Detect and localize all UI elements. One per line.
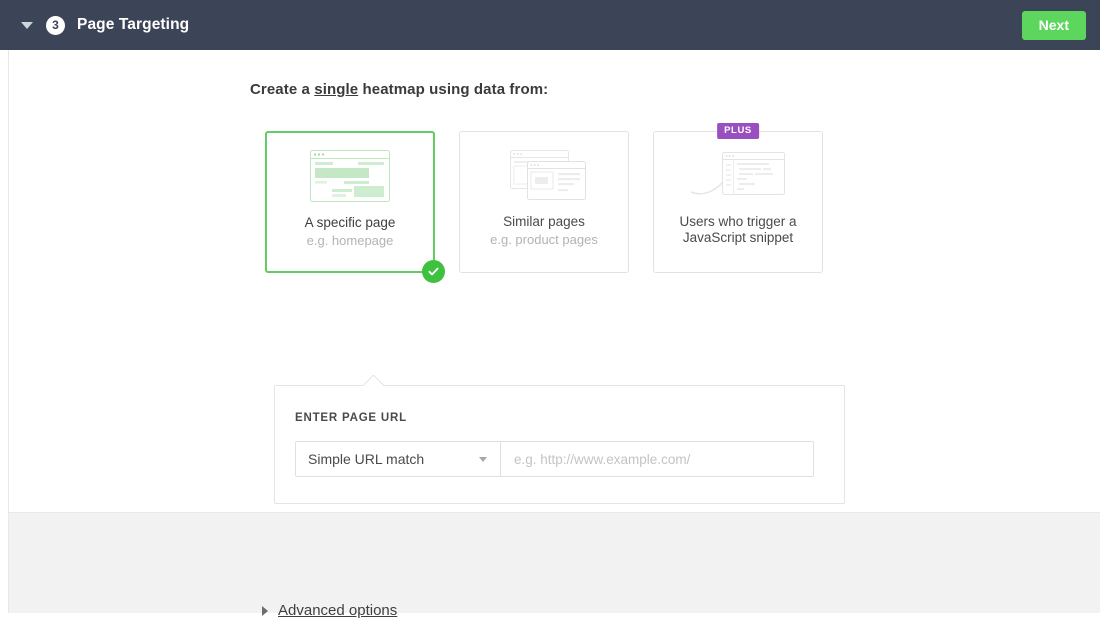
- url-field-row: Simple URL match: [295, 441, 814, 477]
- option-card-similar-pages[interactable]: Similar pages e.g. product pages: [459, 131, 629, 273]
- selected-check-icon: [422, 260, 445, 283]
- option-card-javascript-snippet[interactable]: PLUS Users who trigger a JavaScript snip…: [653, 123, 823, 273]
- page-title: Page Targeting: [77, 16, 190, 33]
- prompt-emphasis: single: [314, 81, 359, 98]
- match-type-select[interactable]: Simple URL match: [295, 441, 501, 477]
- footer-panel: Advanced options: [8, 512, 1100, 619]
- option-card-specific-page[interactable]: A specific page e.g. homepage: [265, 131, 445, 283]
- left-gutter: [0, 50, 8, 613]
- advanced-options-label: Advanced options: [278, 602, 398, 619]
- prompt-heading: Create a single heatmap using data from:: [250, 81, 548, 98]
- chevron-down-icon: [479, 456, 487, 462]
- option-card-title: A specific page: [304, 215, 396, 230]
- option-card-subtitle: e.g. homepage: [306, 233, 394, 248]
- triangle-right-icon: [262, 605, 268, 616]
- match-type-value: Simple URL match: [308, 451, 425, 467]
- chevron-down-glyph: [21, 21, 33, 29]
- option-card-subtitle: e.g. product pages: [490, 232, 598, 247]
- step-number-badge: 3: [46, 15, 65, 35]
- next-button[interactable]: Next: [1021, 11, 1086, 40]
- stacked-windows-illustration: [460, 132, 628, 214]
- prompt-prefix: Create a: [250, 81, 315, 98]
- option-card-title-line1: Users who trigger a: [679, 214, 797, 229]
- code-editor-illustration: [654, 132, 822, 214]
- page-body: Create a single heatmap using data from:: [0, 50, 1100, 619]
- content-panel: Create a single heatmap using data from:: [8, 50, 1100, 512]
- option-card-title: Similar pages: [503, 214, 585, 229]
- enter-page-url-label: ENTER PAGE URL: [295, 412, 407, 424]
- page-url-input[interactable]: [501, 441, 814, 477]
- option-card-title-line2: JavaScript snippet: [682, 230, 794, 245]
- targeting-option-cards: A specific page e.g. homepage Similar pa…: [265, 123, 823, 283]
- plus-plan-badge: PLUS: [717, 123, 759, 139]
- page-url-panel: ENTER PAGE URL Simple URL match: [274, 385, 845, 504]
- chevron-down-icon[interactable]: [14, 12, 40, 38]
- option-card-title: Users who trigger a JavaScript snippet: [679, 214, 796, 246]
- panel-pointer-notch: [363, 375, 385, 386]
- prompt-suffix: heatmap using data from:: [358, 81, 549, 98]
- browser-window-illustration: [267, 133, 433, 215]
- header-left-group: 3 Page Targeting: [14, 12, 189, 38]
- top-bar: 3 Page Targeting Next: [0, 0, 1100, 50]
- advanced-options-toggle[interactable]: Advanced options: [262, 602, 397, 619]
